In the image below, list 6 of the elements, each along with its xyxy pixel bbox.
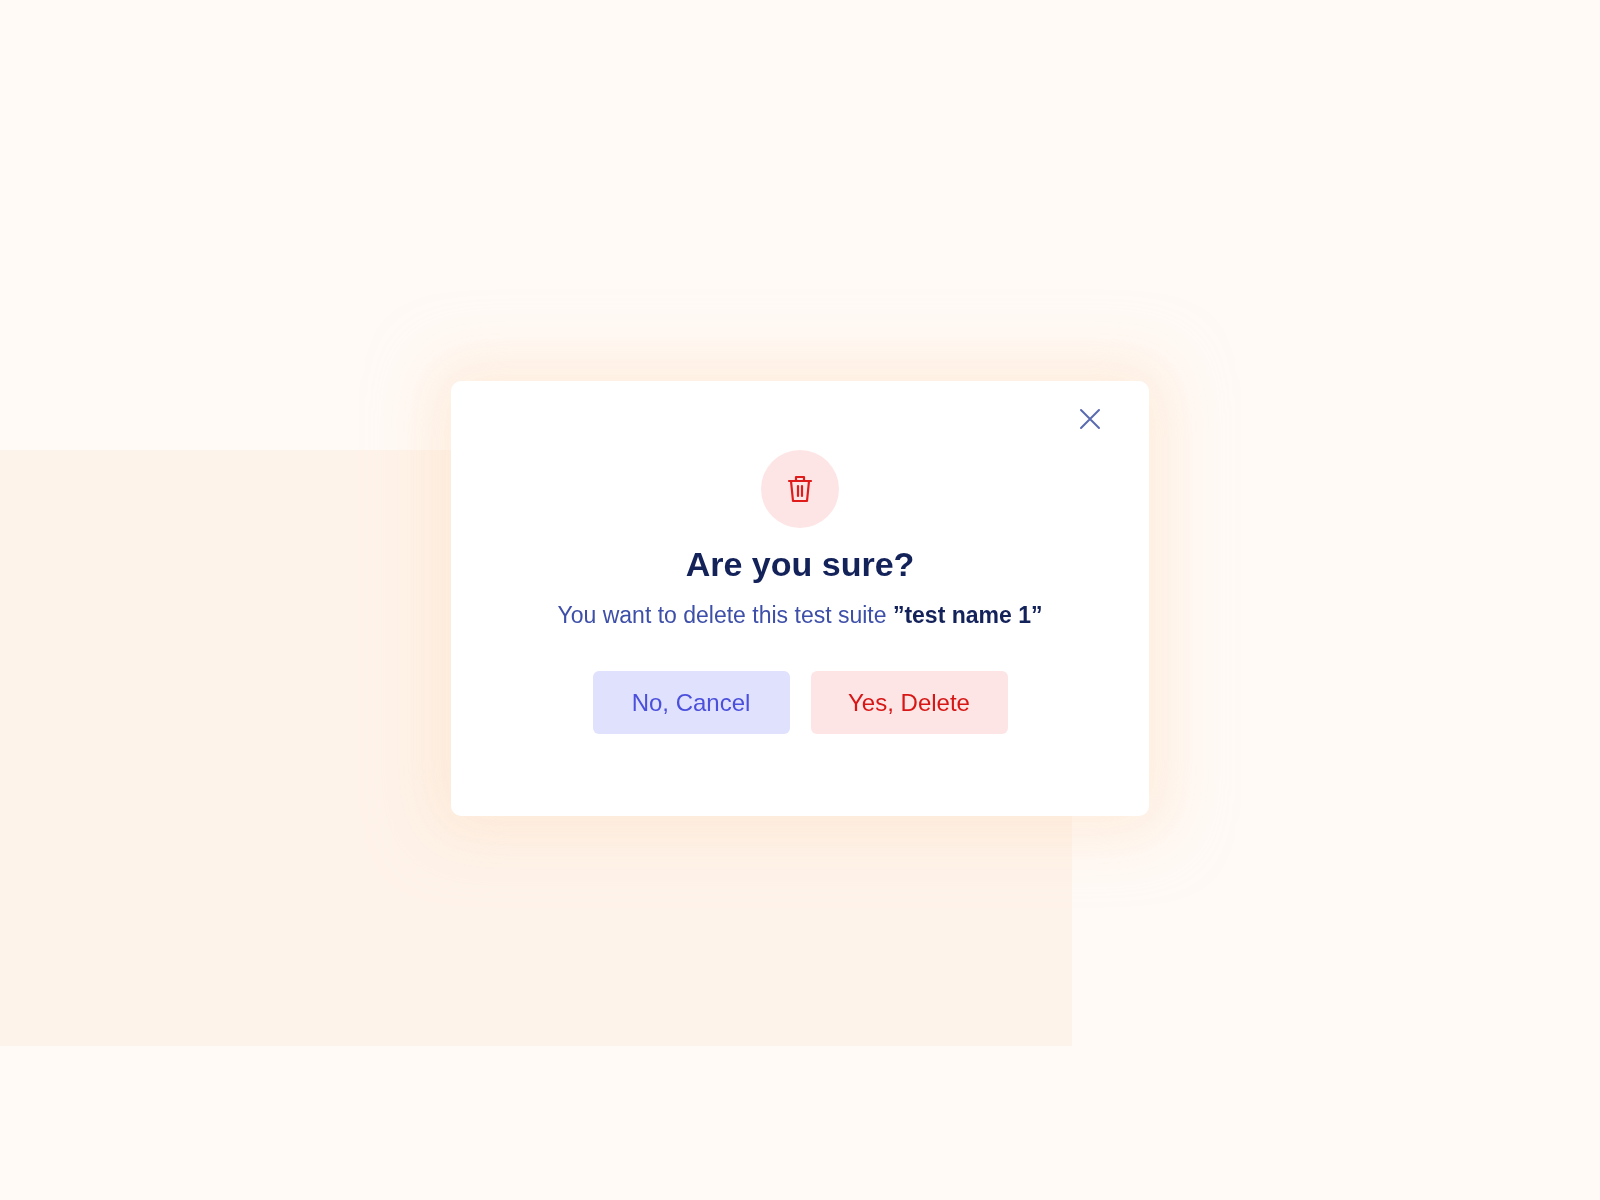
dialog-title: Are you sure? [685,545,915,584]
trash-icon [786,474,814,504]
cancel-button[interactable]: No, Cancel [592,671,790,734]
delete-button[interactable]: Yes, Delete [810,671,1008,734]
close-icon [1078,407,1102,431]
dialog-message: You want to delete this test suite ”test name 1” [557,602,1043,629]
